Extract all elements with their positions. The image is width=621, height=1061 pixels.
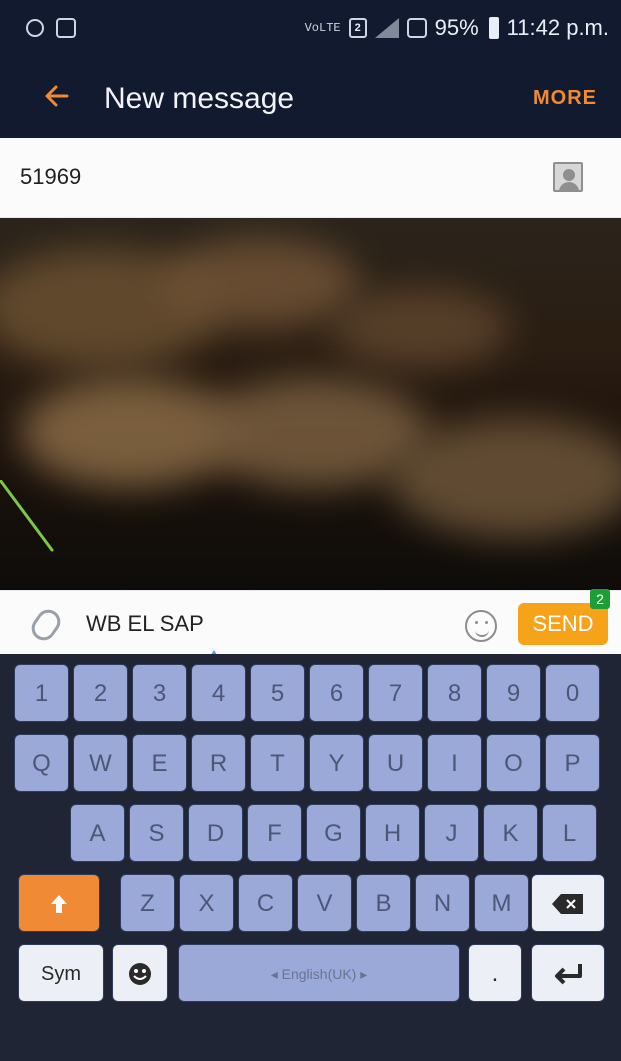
number-key-2[interactable]: 2 [73, 664, 128, 722]
status-right: VoLTE 2 95% 11:42 p.m. [305, 15, 609, 41]
volte-indicator: VoLTE [304, 21, 341, 35]
status-bar: VoLTE 2 95% 11:42 p.m. [0, 0, 621, 62]
blur-blob [160, 238, 360, 328]
number-row: 1234567890 [0, 664, 621, 726]
sim-indicator: 2 [348, 18, 367, 38]
emoji-key-icon [129, 963, 151, 985]
back-button[interactable] [42, 82, 69, 108]
battery-icon [488, 17, 499, 39]
letter-key-z[interactable]: Z [120, 874, 175, 932]
status-time: 11:42 p.m. [506, 15, 609, 40]
enter-key[interactable] [531, 944, 605, 1002]
number-key-7[interactable]: 7 [368, 664, 423, 722]
letter-key-v[interactable]: V [297, 874, 352, 932]
shift-arrow-icon [51, 895, 67, 913]
space-key[interactable]: ◂ English(UK) ▸ [178, 944, 460, 1002]
letter-key-h[interactable]: H [365, 804, 420, 862]
asdf-row: ASDFGHJKL [0, 804, 621, 866]
zxcv-row: ZXCVBNM [0, 874, 621, 936]
letter-key-d[interactable]: D [188, 804, 243, 862]
letter-key-u[interactable]: U [368, 734, 423, 792]
sync-status-icon [26, 19, 44, 37]
number-key-1[interactable]: 1 [14, 664, 69, 722]
send-sim-badge: 2 [590, 589, 610, 609]
number-key-3[interactable]: 3 [132, 664, 187, 722]
letter-key-t[interactable]: T [250, 734, 305, 792]
message-input[interactable]: WB EL SAP [86, 611, 204, 637]
contact-picker-icon[interactable] [553, 162, 583, 192]
letter-key-i[interactable]: I [427, 734, 482, 792]
shift-key[interactable] [18, 874, 100, 932]
letter-key-r[interactable]: R [191, 734, 246, 792]
letter-key-a[interactable]: A [70, 804, 125, 862]
send-label: SEND [532, 611, 594, 636]
letter-key-p[interactable]: P [545, 734, 600, 792]
letter-key-b[interactable]: B [356, 874, 411, 932]
backspace-icon [552, 894, 583, 914]
letter-key-m[interactable]: M [474, 874, 529, 932]
letter-key-k[interactable]: K [483, 804, 538, 862]
backspace-key[interactable] [531, 874, 605, 932]
network-icon [406, 18, 427, 38]
emoji-key[interactable] [112, 944, 168, 1002]
letter-key-g[interactable]: G [306, 804, 361, 862]
letter-key-c[interactable]: C [238, 874, 293, 932]
number-key-8[interactable]: 8 [427, 664, 482, 722]
number-key-4[interactable]: 4 [191, 664, 246, 722]
signal-strength-icon [374, 18, 399, 38]
bottom-row: Sym ◂ English(UK) ▸ . [0, 944, 621, 1006]
sym-key[interactable]: Sym [18, 944, 104, 1002]
letter-key-n[interactable]: N [415, 874, 470, 932]
number-key-0[interactable]: 0 [545, 664, 600, 722]
more-button[interactable]: MORE [533, 87, 597, 110]
letter-key-y[interactable]: Y [309, 734, 364, 792]
number-key-9[interactable]: 9 [486, 664, 541, 722]
letter-key-x[interactable]: X [179, 874, 234, 932]
letter-key-j[interactable]: J [424, 804, 479, 862]
page-title: New message [104, 82, 295, 115]
battery-percent: 95% [434, 15, 479, 40]
app-header: New message MORE [0, 62, 621, 138]
letter-key-q[interactable]: Q [14, 734, 69, 792]
letter-key-o[interactable]: O [486, 734, 541, 792]
qwerty-row: QWERTYUIOP [0, 734, 621, 796]
recipient-number[interactable]: 51969 [20, 164, 81, 190]
number-key-5[interactable]: 5 [250, 664, 305, 722]
letter-key-f[interactable]: F [247, 804, 302, 862]
status-left-icons [26, 18, 76, 38]
number-key-6[interactable]: 6 [309, 664, 364, 722]
recipient-field[interactable]: 51969 [0, 138, 621, 218]
enter-icon [555, 964, 582, 985]
blur-blob [390, 418, 621, 538]
letter-key-e[interactable]: E [132, 734, 187, 792]
arrow-left-icon [45, 85, 69, 107]
letter-key-w[interactable]: W [73, 734, 128, 792]
compose-bar: WB EL SAP SEND 2 [0, 589, 621, 654]
blur-blob [330, 288, 510, 368]
send-button[interactable]: SEND 2 [518, 589, 610, 645]
smiley-icon[interactable] [465, 610, 497, 642]
letter-key-s[interactable]: S [129, 804, 184, 862]
screenshot-status-icon [56, 18, 76, 38]
period-key[interactable]: . [468, 944, 522, 1002]
paperclip-icon[interactable] [26, 605, 66, 645]
letter-key-l[interactable]: L [542, 804, 597, 862]
keyboard: 1234567890 QWERTYUIOP ASDFGHJKL ZXCVBNM … [0, 654, 621, 1061]
